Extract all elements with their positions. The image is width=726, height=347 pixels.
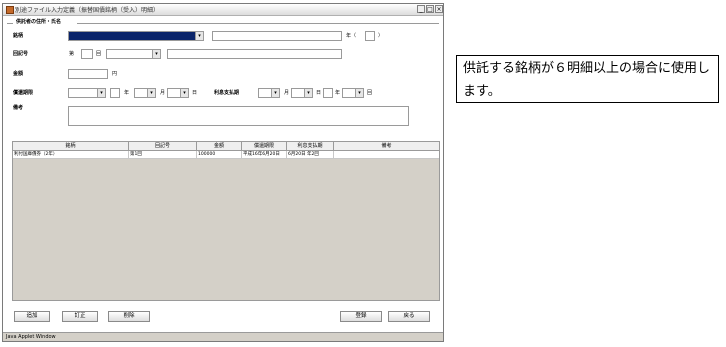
group-border-right [77,23,439,24]
meigara-nen-label: 年（ [346,33,357,39]
column-header-meigara[interactable]: 銘柄 [13,142,129,150]
shokan-year-input[interactable] [110,88,120,98]
kingaku-label: 金額 [13,71,24,77]
usage-note: 供託する銘柄が６明細以上の場合に使用します。 [456,55,719,103]
close-button[interactable]: × [435,5,443,13]
rishi-nen-label: 年 [335,90,341,96]
cell-shokan: 平成16年6月20日 [242,151,287,158]
back-button[interactable]: 戻る [388,311,430,322]
rishi-tsuki-label: 月 [284,90,290,96]
column-header-kingaku[interactable]: 金額 [197,142,242,150]
title-bar[interactable]: 別途ファイル入力定義（振替国債銘柄（受入）明細） _ □ × [3,4,443,16]
group-title: 供託者の住所・氏名 [16,19,62,25]
delete-button[interactable]: 削除 [108,311,150,322]
bikou-textarea[interactable] [68,106,409,126]
shokan-day-select[interactable]: ▾ [167,88,189,98]
chevron-down-icon: ▾ [152,50,160,58]
shokan-month-select[interactable]: ▾ [134,88,156,98]
chevron-down-icon: ▾ [97,89,105,97]
group-border-left [7,23,13,24]
column-header-rishi[interactable]: 利息支払期 [287,142,334,150]
meigara-label: 銘柄 [13,33,24,39]
rishi-month-select[interactable]: ▾ [258,88,280,98]
kaigou-text-input[interactable] [167,49,342,59]
meigara-select[interactable]: ▾ [68,31,204,41]
window-title: 別途ファイル入力定義（振替国債銘柄（受入）明細） [15,7,160,14]
add-button[interactable]: 追加 [14,311,50,322]
chevron-down-icon: ▾ [195,32,203,40]
kaigou-label: 回記号 [13,51,29,57]
cell-bikou [334,151,439,158]
rishi-hi-label: 日 [316,90,322,96]
status-text: Java Applet Window [6,334,56,340]
minimize-button[interactable]: _ [417,5,425,13]
cell-meigara: 利付国庫債券（2年） [13,151,129,158]
table-row[interactable]: 利付国庫債券（2年） 第1回 100000 平成16年6月20日 6月20日 年… [13,151,439,159]
column-header-shokan[interactable]: 償還期限 [242,142,287,150]
shokan-hi-label: 日 [192,90,198,96]
shokan-nen-label: 年 [124,90,130,96]
kingaku-unit: 円 [112,71,118,77]
kaigou-dai-label: 第 [69,51,75,57]
rishi-kai-label: 回 [367,90,373,96]
bikou-label: 備考 [13,105,24,111]
table-header: 銘柄 回記号 金額 償還期限 利息支払期 備考 [13,142,439,151]
meigara-input[interactable] [212,31,342,41]
java-app-icon [6,6,14,14]
meigara-paren-close: ） [378,33,384,39]
chevron-down-icon: ▾ [271,89,279,97]
cell-kaigou: 第1回 [129,151,197,158]
chevron-down-icon: ▾ [180,89,188,97]
maximize-button[interactable]: □ [426,5,434,13]
meisai-table[interactable]: 銘柄 回記号 金額 償還期限 利息支払期 備考 利付国庫債券（2年） 第1回 1… [12,141,440,301]
applet-window: 別途ファイル入力定義（振替国債銘柄（受入）明細） _ □ × 供託者の住所・氏名… [2,3,444,342]
shokan-era-select[interactable]: ▾ [68,88,106,98]
rishi-label: 利息支払期 [214,90,240,96]
chevron-down-icon: ▾ [355,89,363,97]
edit-button[interactable]: 訂正 [62,311,98,322]
cell-rishi: 6月20日 年2回 [287,151,334,158]
meigara-year-input[interactable] [365,31,375,41]
chevron-down-icon: ▾ [147,89,155,97]
column-header-kaigou[interactable]: 回記号 [129,142,197,150]
rishi-day-select[interactable]: ▾ [291,88,313,98]
kingaku-input[interactable] [68,69,108,79]
kaigou-number-input[interactable] [81,49,93,59]
chevron-down-icon: ▾ [304,89,312,97]
kaigou-kai-label: 回 [96,51,102,57]
rishi-count-select[interactable]: ▾ [342,88,364,98]
status-bar: Java Applet Window [3,332,443,341]
cell-kingaku: 100000 [197,151,242,158]
shokan-tsuki-label: 月 [160,90,166,96]
column-header-bikou[interactable]: 備考 [334,142,439,150]
shokan-label: 償還期限 [13,90,34,96]
kaigou-select[interactable]: ▾ [106,49,161,59]
rishi-year-input[interactable] [323,88,333,98]
register-button[interactable]: 登録 [340,311,382,322]
